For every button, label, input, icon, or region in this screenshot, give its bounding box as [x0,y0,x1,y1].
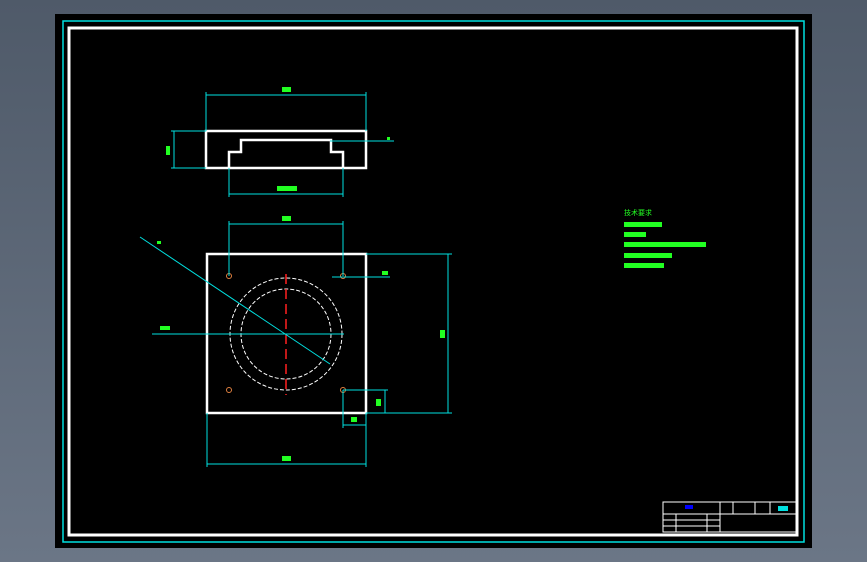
technical-notes-title: 技术要求 [624,209,652,217]
drawing-area [55,14,812,548]
cad-canvas[interactable] [0,0,867,562]
